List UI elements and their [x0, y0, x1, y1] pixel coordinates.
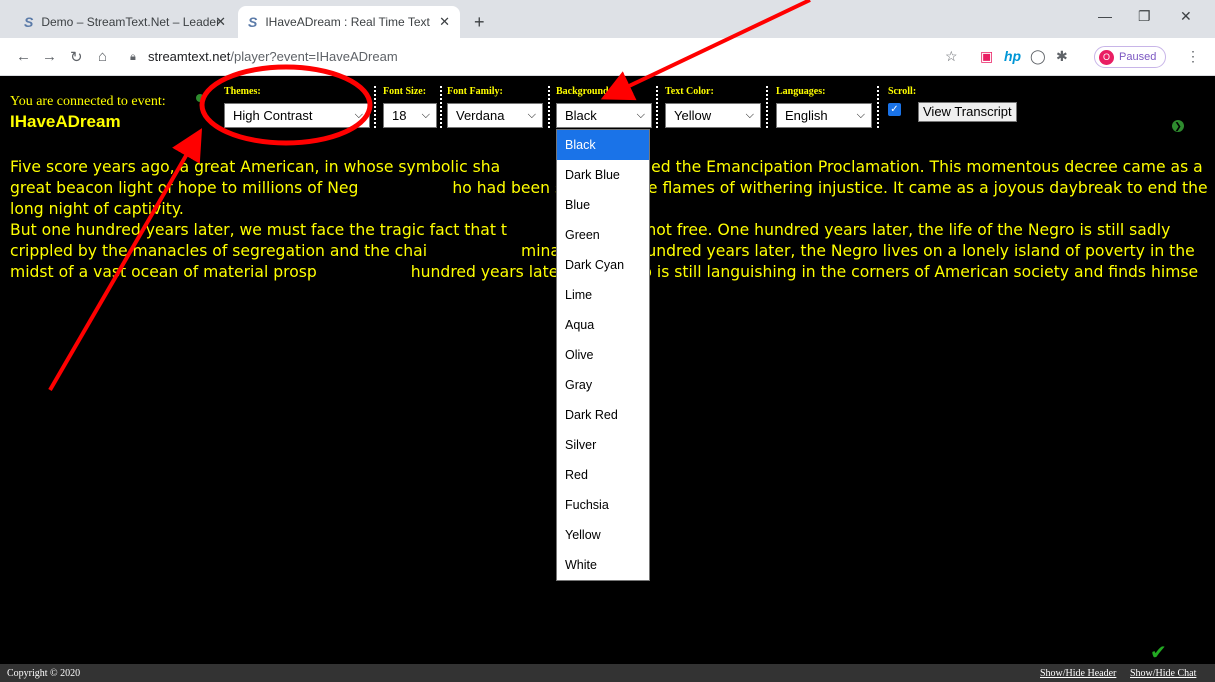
scroll-label: Scroll:: [888, 86, 917, 97]
back-icon[interactable]: ←: [16, 48, 31, 65]
close-tab-icon[interactable]: ✕: [439, 14, 450, 30]
footer-bar: [0, 664, 1215, 682]
event-name: IHaveADream: [10, 112, 121, 131]
font-family-value: Verdana: [456, 108, 505, 123]
divider: [877, 86, 879, 128]
background-option[interactable]: Olive: [557, 340, 649, 370]
chevron-down-icon: ⌵: [354, 109, 363, 121]
background-label: Background:: [556, 86, 612, 97]
minimize-icon[interactable]: —: [1098, 8, 1112, 24]
font-family-select[interactable]: Verdana ⌵: [447, 103, 543, 128]
background-select[interactable]: Black ⌵: [556, 103, 652, 128]
url-path: /player?event=IHaveADream: [230, 49, 398, 64]
address-bar-row: ← → ↻ ⌂ 🔒︎ streamtext.net/player?event=I…: [0, 38, 1215, 76]
background-option[interactable]: Gray: [557, 370, 649, 400]
pocket-extension-icon[interactable]: ▣: [980, 48, 993, 65]
background-option[interactable]: Green: [557, 220, 649, 250]
background-option[interactable]: Red: [557, 460, 649, 490]
home-icon[interactable]: ⌂: [98, 48, 107, 65]
profile-button[interactable]: O Paused: [1094, 46, 1166, 68]
tab-streamtext-demo[interactable]: S Demo – StreamText.Net – Leader ✕: [14, 6, 236, 38]
background-option[interactable]: Dark Blue: [557, 160, 649, 190]
new-tab-icon[interactable]: +: [474, 12, 485, 33]
connected-label: You are connected to event:: [10, 94, 166, 109]
forward-icon[interactable]: →: [42, 48, 57, 65]
themes-select[interactable]: High Contrast ⌵: [224, 103, 370, 128]
extension-circle-icon[interactable]: ◯: [1030, 48, 1046, 65]
url-host: streamtext.net: [148, 49, 231, 64]
avatar: O: [1099, 49, 1114, 65]
reload-icon[interactable]: ↻: [70, 48, 83, 66]
profile-status: Paused: [1119, 51, 1157, 63]
text-color-value: Yellow: [674, 108, 712, 123]
url-field[interactable]: streamtext.net/player?event=IHaveADream: [148, 49, 398, 64]
tab-ihaveadream[interactable]: S IHaveADream : Real Time Text ✕: [238, 6, 460, 38]
font-size-select[interactable]: 18 ⌵: [383, 103, 437, 128]
languages-select[interactable]: English ⌵: [776, 103, 872, 128]
chevron-down-icon: ⌵: [745, 109, 754, 121]
hp-extension-icon[interactable]: hp: [1004, 48, 1021, 64]
divider: [766, 86, 768, 128]
background-option[interactable]: Yellow: [557, 520, 649, 550]
themes-value: High Contrast: [233, 108, 313, 123]
checkmark-icon: ✔: [1150, 642, 1167, 664]
font-family-label: Font Family:: [447, 86, 503, 97]
background-option[interactable]: White: [557, 550, 649, 580]
background-option[interactable]: Fuchsia: [557, 490, 649, 520]
divider: [374, 86, 376, 128]
chevron-down-icon: ⌵: [421, 109, 430, 121]
background-option[interactable]: Lime: [557, 280, 649, 310]
chevron-down-icon: ⌵: [856, 109, 865, 121]
text-color-label: Text Color:: [665, 86, 714, 97]
tab-title: Demo – StreamText.Net – Leader: [41, 15, 221, 29]
transcript-segment: Five score years ago, a great American, …: [10, 158, 501, 176]
themes-label: Themes:: [224, 86, 261, 97]
languages-value: English: [785, 108, 828, 123]
background-option[interactable]: Black: [557, 130, 649, 160]
show-hide-header-link[interactable]: Show/Hide Header: [1040, 668, 1116, 679]
background-option[interactable]: Dark Cyan: [557, 250, 649, 280]
background-value: Black: [565, 108, 597, 123]
tab-title: IHaveADream : Real Time Text: [265, 15, 430, 29]
background-option[interactable]: Dark Red: [557, 400, 649, 430]
copyright-text: Copyright © 2020: [7, 668, 81, 679]
bookmark-star-icon[interactable]: ☆: [945, 48, 958, 65]
font-size-value: 18: [392, 108, 407, 123]
close-window-icon[interactable]: ✕: [1180, 8, 1192, 25]
transcript-segment: But one hundred years later, we must fac…: [10, 221, 508, 239]
divider: [440, 86, 442, 128]
background-option[interactable]: Silver: [557, 430, 649, 460]
chevron-right-icon[interactable]: ❯: [1172, 120, 1184, 132]
text-color-select[interactable]: Yellow ⌵: [665, 103, 761, 128]
background-option[interactable]: Blue: [557, 190, 649, 220]
divider: [548, 86, 550, 128]
chevron-down-icon: ⌵: [636, 109, 645, 121]
menu-kebab-icon[interactable]: ⋮: [1186, 48, 1200, 65]
divider: [656, 86, 658, 128]
close-tab-icon[interactable]: ✕: [215, 14, 226, 30]
background-option[interactable]: Aqua: [557, 310, 649, 340]
status-dot-icon: [196, 94, 204, 102]
chevron-down-icon: ⌵: [527, 109, 536, 121]
streamtext-favicon-icon: S: [24, 14, 34, 30]
streamtext-favicon-icon: S: [248, 14, 258, 30]
extensions-puzzle-icon[interactable]: ✱: [1056, 48, 1068, 65]
lock-icon[interactable]: 🔒︎: [130, 51, 136, 64]
font-size-label: Font Size:: [383, 86, 427, 97]
restore-icon[interactable]: ❐: [1138, 8, 1151, 25]
background-dropdown-list[interactable]: Black Dark Blue Blue Green Dark Cyan Lime Aqua…: [556, 129, 650, 581]
browser-tab-bar: S Demo – StreamText.Net – Leader ✕ S IHa…: [0, 0, 1215, 38]
transcript-segment: hundred years later, the Negro is still …: [410, 263, 1199, 281]
view-transcript-button[interactable]: View Transcript: [918, 102, 1017, 122]
languages-label: Languages:: [776, 86, 826, 97]
show-hide-chat-link[interactable]: Show/Hide Chat: [1130, 668, 1196, 679]
scroll-checkbox[interactable]: ✓: [888, 103, 901, 116]
